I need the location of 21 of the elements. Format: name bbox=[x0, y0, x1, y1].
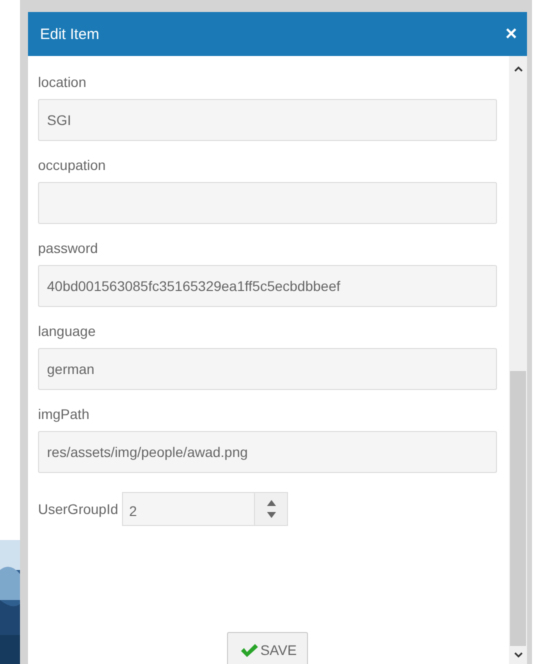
scroll-down-icon[interactable] bbox=[514, 652, 522, 658]
input-field[interactable]: res/assets/img/people/awad.png bbox=[38, 431, 497, 473]
field-label: location bbox=[38, 74, 88, 90]
input-field[interactable]: 40bd001563085fc35165329ea1ff5c5ecbdbbeef bbox=[38, 265, 497, 307]
field-label: language bbox=[38, 323, 97, 339]
input-field[interactable]: german bbox=[38, 348, 497, 390]
checkmark-icon bbox=[240, 642, 260, 658]
field-label: occupation bbox=[38, 157, 107, 173]
field-label: imgPath bbox=[38, 406, 90, 422]
field-label: password bbox=[38, 240, 99, 256]
scroll-up-icon[interactable] bbox=[514, 66, 522, 72]
save-button[interactable]: SAVE bbox=[227, 632, 308, 664]
dialog-title: Edit Item bbox=[40, 26, 100, 42]
input-field[interactable]: SGI bbox=[38, 99, 497, 141]
scrollbar[interactable] bbox=[509, 56, 527, 664]
increment-icon[interactable] bbox=[266, 500, 276, 506]
input-field[interactable] bbox=[38, 182, 497, 224]
decrement-icon[interactable] bbox=[266, 512, 276, 518]
number-spinner[interactable]: 2 bbox=[122, 492, 288, 526]
field-label: UserGroupId bbox=[38, 501, 118, 517]
close-button[interactable]: × bbox=[505, 22, 517, 46]
